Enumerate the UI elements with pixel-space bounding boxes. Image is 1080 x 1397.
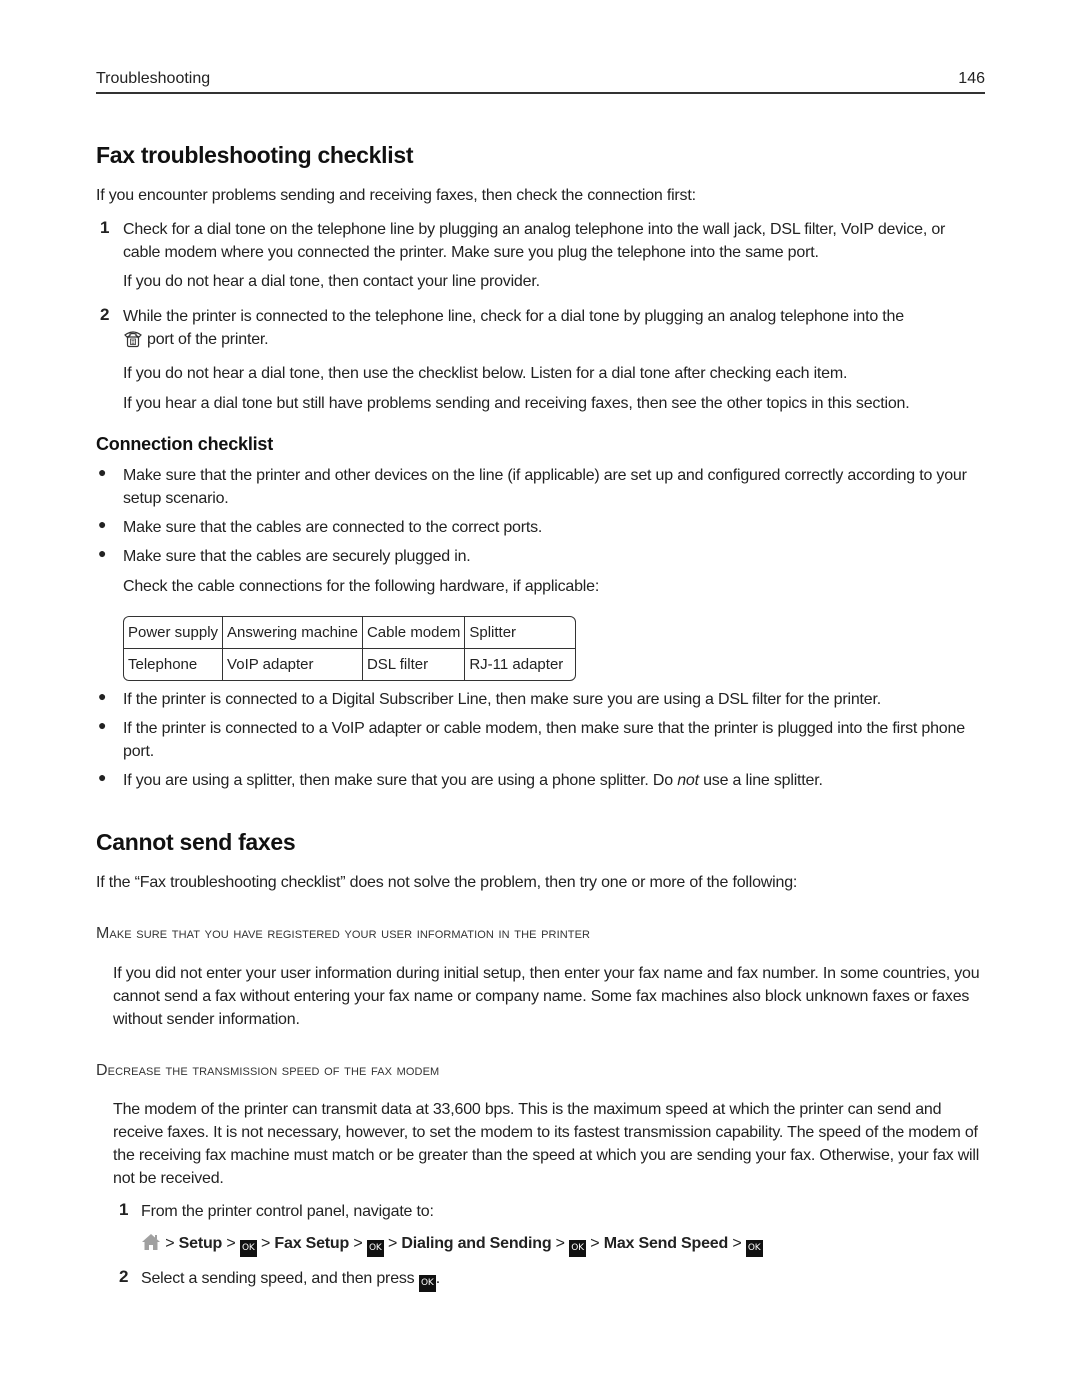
nav-separator: > <box>388 1235 398 1252</box>
text-run: If you are using a splitter, then make s… <box>123 772 678 789</box>
list-item-text: Make sure that the cables are securely p… <box>123 548 471 565</box>
nav-separator: > <box>261 1235 271 1252</box>
list-item: ● If the printer is connected to a Digit… <box>96 688 985 711</box>
bullet-icon: ● <box>98 717 107 733</box>
step-text: Check for a dial tone on the telephone l… <box>123 221 946 261</box>
step-text: Select a sending speed, and then press O… <box>141 1267 985 1292</box>
list-item: ● Make sure that the cables are connecte… <box>96 516 985 539</box>
list-item: ● Make sure that the printer and other d… <box>96 464 985 510</box>
step-1: 1 Check for a dial tone on the telephone… <box>96 218 985 293</box>
step-note: If you hear a dial tone but still have p… <box>123 395 910 412</box>
header-section-title: Troubleshooting <box>96 70 211 87</box>
text-run: use a line splitter. <box>698 772 823 789</box>
phone-port-icon <box>123 329 143 355</box>
hardware-table: Power supply Answering machine Cable mod… <box>123 616 577 681</box>
table-cell: RJ-11 adapter <box>469 656 564 673</box>
ok-button-icon: OK <box>745 1240 763 1257</box>
emphasis-text: not <box>677 772 699 789</box>
hardware-intro: Check the cable connections for the foll… <box>123 578 600 595</box>
ok-button-icon: OK <box>366 1240 384 1257</box>
solution-steps: 1 From the printer control panel, naviga… <box>113 1200 985 1292</box>
text-run: . <box>435 1270 440 1287</box>
list-item: ● If you are using a splitter, then make… <box>96 769 985 792</box>
connection-bullets-bottom: ● If the printer is connected to a Digit… <box>96 688 985 792</box>
nav-separator: > <box>732 1235 742 1252</box>
ok-button-icon: OK <box>569 1240 587 1257</box>
table-row: Telephone VoIP adapter DSL filter RJ-11 … <box>124 649 575 680</box>
text-run: Select a sending speed, and then press <box>141 1270 415 1287</box>
section-title-cannot-send: Cannot send faxes <box>96 829 296 855</box>
nav-separator: > <box>353 1235 363 1252</box>
nav-item-dialing-and-sending: Dialing and Sending <box>401 1235 552 1252</box>
step-note: If you do not hear a dial tone, then use… <box>123 365 848 382</box>
bullet-icon: ● <box>98 545 107 561</box>
list-item-text: Make sure that the printer and other dev… <box>123 467 967 507</box>
table-cell: Cable modem <box>362 617 466 649</box>
nav-path: > Setup > OK > Fax Setup > OK > Dialing … <box>141 1232 985 1258</box>
table-cell: Splitter <box>465 617 576 649</box>
nav-item-setup: Setup <box>178 1235 223 1252</box>
nav-separator: > <box>226 1235 236 1252</box>
list-item-text: Make sure that the cables are connected … <box>123 519 543 536</box>
table-cell: Telephone <box>124 649 224 680</box>
solution-heading: Make sure that you have registered your … <box>96 925 591 942</box>
table-cell: VoIP adapter <box>223 649 363 680</box>
list-item: ● If the printer is connected to a VoIP … <box>96 717 985 763</box>
list-item: ● Make sure that the cables are securely… <box>96 545 985 568</box>
subsection-title-connection-checklist: Connection checklist <box>96 434 274 454</box>
nav-item-fax-setup: Fax Setup <box>274 1235 350 1252</box>
step-text: From the printer control panel, navigate… <box>141 1203 434 1220</box>
solution-step-1: 1 From the printer control panel, naviga… <box>113 1200 985 1223</box>
step-number: 1 <box>100 218 110 237</box>
nav-item-max-send-speed: Max Send Speed <box>603 1235 729 1252</box>
step-number: 2 <box>119 1267 129 1286</box>
table-cell: DSL filter <box>363 649 466 680</box>
solution-body: If you did not enter your user informati… <box>113 965 980 1028</box>
page-number: 146 <box>958 70 985 87</box>
ok-button-icon: OK <box>418 1275 436 1292</box>
section-title-fax-checklist: Fax troubleshooting checklist <box>96 142 414 168</box>
step-2: 2 While the printer is connected to the … <box>96 305 985 415</box>
nav-separator: > <box>555 1235 565 1252</box>
bullet-icon: ● <box>98 769 107 785</box>
list-item-text: If you are using a splitter, then make s… <box>123 769 985 792</box>
nav-separator: > <box>590 1235 600 1252</box>
home-icon <box>141 1233 161 1258</box>
step-number: 2 <box>100 305 110 324</box>
step-number: 1 <box>119 1200 129 1219</box>
fax-checklist-intro: If you encounter problems sending and re… <box>96 187 696 204</box>
running-header: Troubleshooting 146 <box>96 70 985 94</box>
solution-step-2: 2 Select a sending speed, and then press… <box>113 1267 985 1292</box>
connection-bullets-top: ● Make sure that the printer and other d… <box>96 464 985 598</box>
ok-button-icon: OK <box>239 1240 257 1257</box>
list-item-text: If the printer is connected to a Digital… <box>123 691 881 708</box>
table-cell: Answering machine <box>223 617 363 649</box>
bullet-icon: ● <box>98 688 107 704</box>
table-cell: Power supply <box>124 617 224 649</box>
step-text: While the printer is connected to the te… <box>123 305 985 355</box>
bullet-icon: ● <box>98 516 107 532</box>
solution-body: The modem of the printer can transmit da… <box>113 1101 980 1187</box>
step-note: If you do not hear a dial tone, then con… <box>123 273 540 290</box>
list-item-text: If the printer is connected to a VoIP ad… <box>123 720 965 760</box>
table-row: Power supply Answering machine Cable mod… <box>124 617 576 649</box>
step-text-before: While the printer is connected to the te… <box>123 308 904 325</box>
solution-heading: Decrease the transmission speed of the f… <box>96 1062 440 1079</box>
step-text-after: port of the printer. <box>147 331 269 348</box>
hardware-table-wrapper: Power supply Answering machine Cable mod… <box>123 616 577 681</box>
cannot-send-intro: If the “Fax troubleshooting checklist” d… <box>96 874 798 891</box>
nav-separator: > <box>165 1235 175 1252</box>
bullet-icon: ● <box>98 464 107 480</box>
